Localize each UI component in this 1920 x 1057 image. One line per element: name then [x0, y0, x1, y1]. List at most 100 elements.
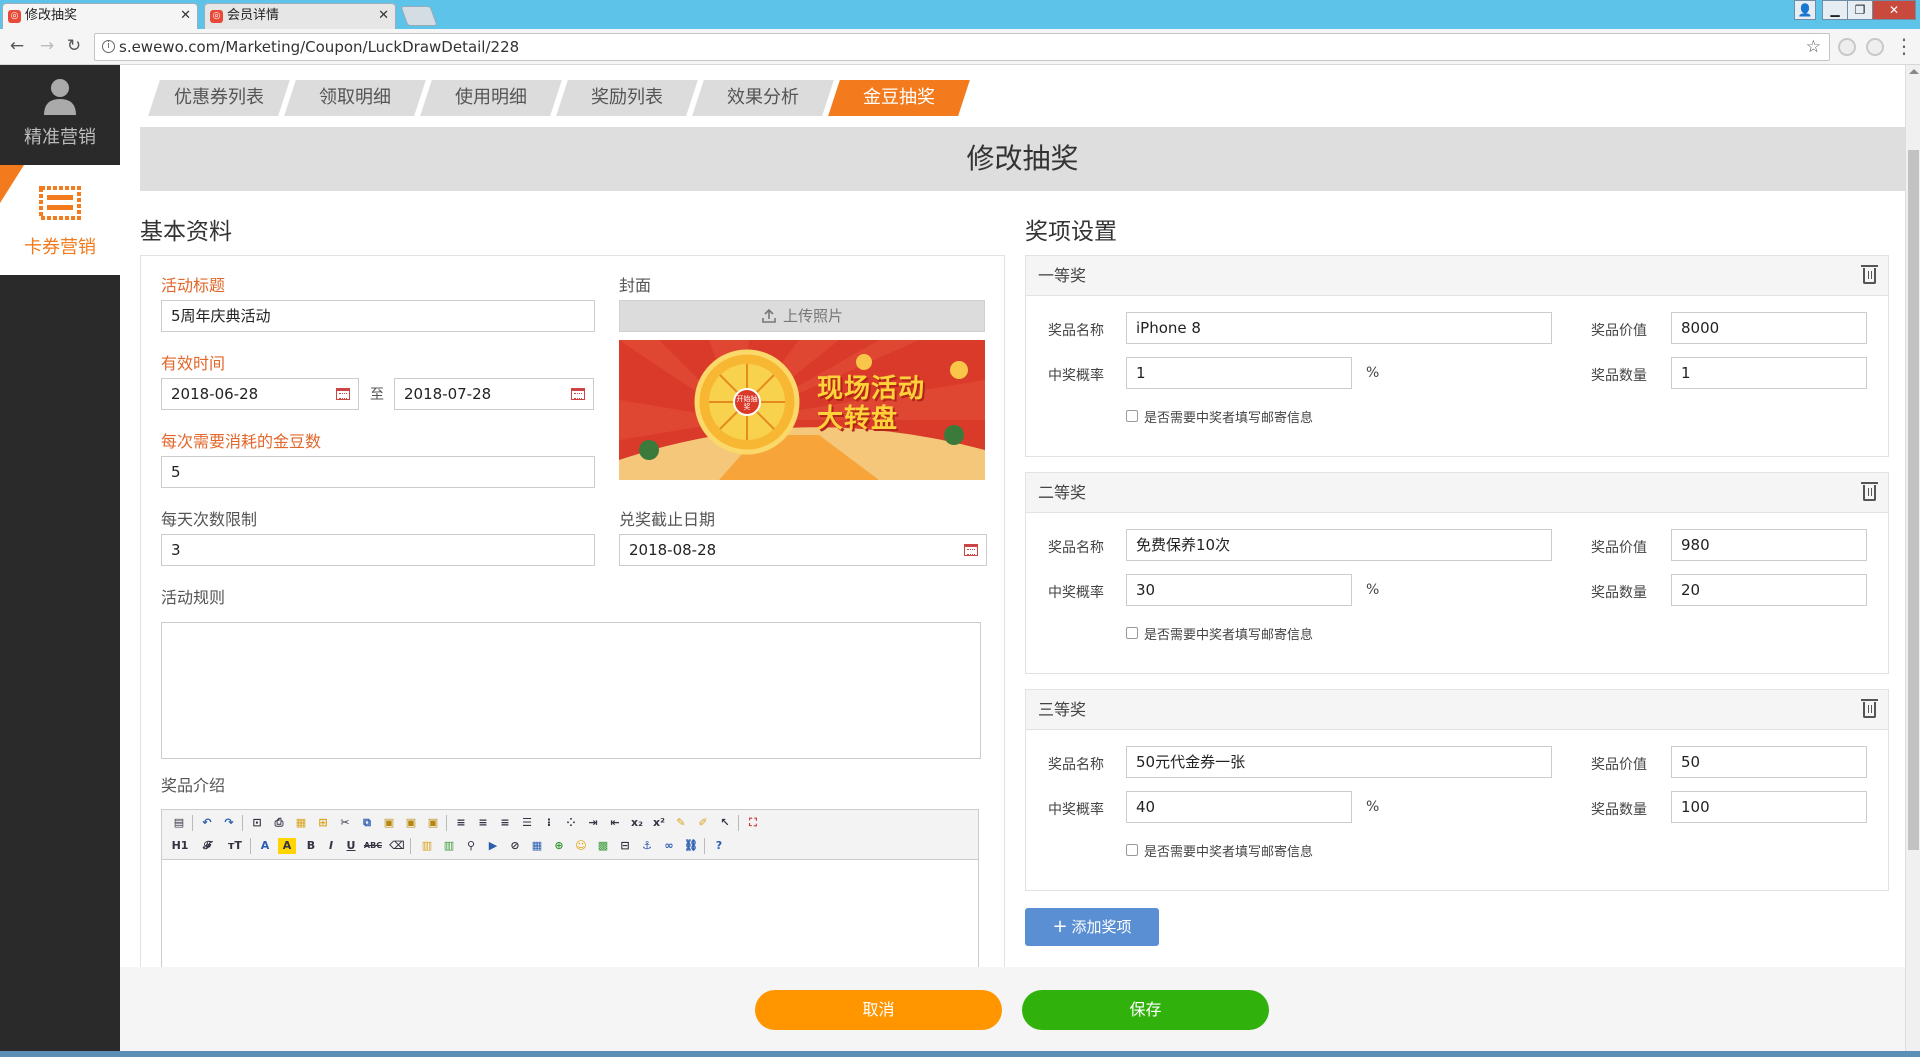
prize-value-input[interactable]: 50: [1671, 746, 1867, 778]
back-icon[interactable]: ←: [6, 35, 28, 57]
prize-name-input[interactable]: 50元代金券一张: [1126, 746, 1552, 778]
scroll-thumb[interactable]: [1908, 150, 1919, 850]
mail-checkbox[interactable]: [1126, 410, 1138, 422]
cut-icon[interactable]: ✂: [336, 815, 354, 831]
deadline-input[interactable]: 2018-08-28: [619, 534, 987, 566]
upload-photo-button[interactable]: 上传照片: [619, 300, 985, 332]
extension-icon[interactable]: [1838, 38, 1856, 56]
sidebar-item-card-marketing[interactable]: 卡券营销: [0, 165, 120, 275]
copy-icon[interactable]: ⧉: [358, 815, 376, 831]
minimize-button[interactable]: ▁: [1822, 0, 1848, 20]
link-icon[interactable]: ∞: [660, 838, 678, 854]
browser-tab-1[interactable]: ◎ 修改抽奖 ✕: [2, 3, 198, 29]
pointer-icon[interactable]: ↖: [716, 815, 734, 831]
profile-icon[interactable]: 👤: [1794, 0, 1816, 20]
search-icon[interactable]: ⚲: [462, 838, 480, 854]
star-icon[interactable]: ☆: [1806, 34, 1821, 60]
clear-format-icon[interactable]: ✎: [672, 815, 690, 831]
insert-image-icon[interactable]: ▥: [440, 838, 458, 854]
strikethrough-button[interactable]: ABC: [362, 838, 384, 854]
reload-icon[interactable]: ↻: [63, 35, 85, 57]
prize-qty-input[interactable]: 1: [1671, 357, 1867, 389]
prize-prob-input[interactable]: 1: [1126, 357, 1352, 389]
justify-icon[interactable]: ☰: [518, 815, 536, 831]
unlink-icon[interactable]: ⛓: [682, 838, 700, 854]
italic-button[interactable]: I: [322, 838, 340, 854]
tab-reward-list[interactable]: 奖励列表: [556, 80, 698, 116]
subscript-icon[interactable]: x₂: [628, 815, 646, 831]
preview-icon[interactable]: ⊡: [248, 815, 266, 831]
sidebar-item-precise-marketing[interactable]: 精准营销: [0, 65, 120, 175]
prize-value-input[interactable]: 8000: [1671, 312, 1867, 344]
beans-input[interactable]: 5: [161, 456, 595, 488]
trash-icon[interactable]: [1861, 699, 1878, 718]
align-right-icon[interactable]: ≡: [496, 815, 514, 831]
align-left-icon[interactable]: ≡: [452, 815, 470, 831]
calendar-icon[interactable]: [964, 544, 978, 556]
paste-icon[interactable]: ▣: [380, 815, 398, 831]
unordered-list-icon[interactable]: ⁘: [562, 815, 580, 831]
paste-word-icon[interactable]: ▣: [424, 815, 442, 831]
scroll-up-icon[interactable]: [1909, 69, 1919, 74]
tab-bean-lottery[interactable]: 金豆抽奖: [828, 80, 970, 116]
forward-icon[interactable]: →: [36, 35, 58, 57]
calendar-icon[interactable]: [336, 388, 350, 400]
url-input[interactable]: i s.ewewo.com/Marketing/Coupon/LuckDrawD…: [94, 33, 1830, 61]
extension-icon[interactable]: [1866, 38, 1884, 56]
undo-icon[interactable]: ↶: [198, 815, 216, 831]
close-window-button[interactable]: ✕: [1872, 0, 1916, 20]
start-date-input[interactable]: 2018-06-28: [161, 378, 359, 410]
trash-icon[interactable]: [1861, 265, 1878, 284]
prize-name-input[interactable]: iPhone 8: [1126, 312, 1552, 344]
prize-value-input[interactable]: 980: [1671, 529, 1867, 561]
emoji-icon[interactable]: ☺: [572, 838, 590, 854]
tab-claim-details[interactable]: 领取明细: [284, 80, 426, 116]
tab-effect-analysis[interactable]: 效果分析: [692, 80, 834, 116]
menu-icon[interactable]: ⋮: [1894, 35, 1914, 59]
add-prize-button[interactable]: + 添加奖项: [1025, 908, 1159, 946]
prize-prob-input[interactable]: 40: [1126, 791, 1352, 823]
redo-icon[interactable]: ↷: [220, 815, 238, 831]
picture-icon[interactable]: ▩: [594, 838, 612, 854]
rules-textarea[interactable]: [161, 622, 981, 759]
tab-coupon-list[interactable]: 优惠券列表: [148, 80, 290, 116]
restore-button[interactable]: ❐: [1847, 0, 1873, 20]
font-size-button[interactable]: тT: [224, 838, 246, 854]
info-icon[interactable]: i: [102, 40, 115, 53]
source-icon[interactable]: ▤: [170, 815, 188, 831]
calendar-icon[interactable]: [571, 388, 585, 400]
cancel-button[interactable]: 取消: [755, 990, 1002, 1030]
print-icon[interactable]: ⎙: [270, 815, 288, 831]
highlight-button[interactable]: A: [278, 838, 296, 854]
page-scrollbar[interactable]: [1905, 65, 1920, 1057]
mail-checkbox[interactable]: [1126, 627, 1138, 639]
table-icon[interactable]: ▦: [528, 838, 546, 854]
close-icon[interactable]: ✕: [378, 4, 389, 28]
tab-usage-details[interactable]: 使用明细: [420, 80, 562, 116]
browser-tab-2[interactable]: ◎ 会员详情 ✕: [204, 3, 396, 29]
page-break-icon[interactable]: ⊟: [616, 838, 634, 854]
prize-qty-input[interactable]: 20: [1671, 574, 1867, 606]
ordered-list-icon[interactable]: ⁝: [540, 815, 558, 831]
new-tab-button[interactable]: [400, 6, 438, 26]
prize-qty-input[interactable]: 100: [1671, 791, 1867, 823]
video-icon[interactable]: ▶: [484, 838, 502, 854]
select-all-icon[interactable]: ✐: [694, 815, 712, 831]
align-center-icon[interactable]: ≡: [474, 815, 492, 831]
activity-title-input[interactable]: 5周年庆典活动: [161, 300, 595, 332]
help-icon[interactable]: ?: [710, 838, 728, 854]
indent-icon[interactable]: ⇥: [584, 815, 602, 831]
trash-icon[interactable]: [1861, 482, 1878, 501]
outdent-icon[interactable]: ⇤: [606, 815, 624, 831]
insert-row-icon[interactable]: ⊕: [550, 838, 568, 854]
prize-prob-input[interactable]: 30: [1126, 574, 1352, 606]
code-icon[interactable]: ⊞: [314, 815, 332, 831]
font-color-button[interactable]: A: [256, 838, 274, 854]
bold-button[interactable]: B: [302, 838, 320, 854]
paste-text-icon[interactable]: ▣: [402, 815, 420, 831]
anchor-icon[interactable]: ⚓: [638, 838, 656, 854]
template-icon[interactable]: ▦: [292, 815, 310, 831]
fullscreen-icon[interactable]: ⛶: [744, 815, 762, 831]
underline-button[interactable]: U: [342, 838, 360, 854]
close-icon[interactable]: ✕: [180, 4, 191, 28]
